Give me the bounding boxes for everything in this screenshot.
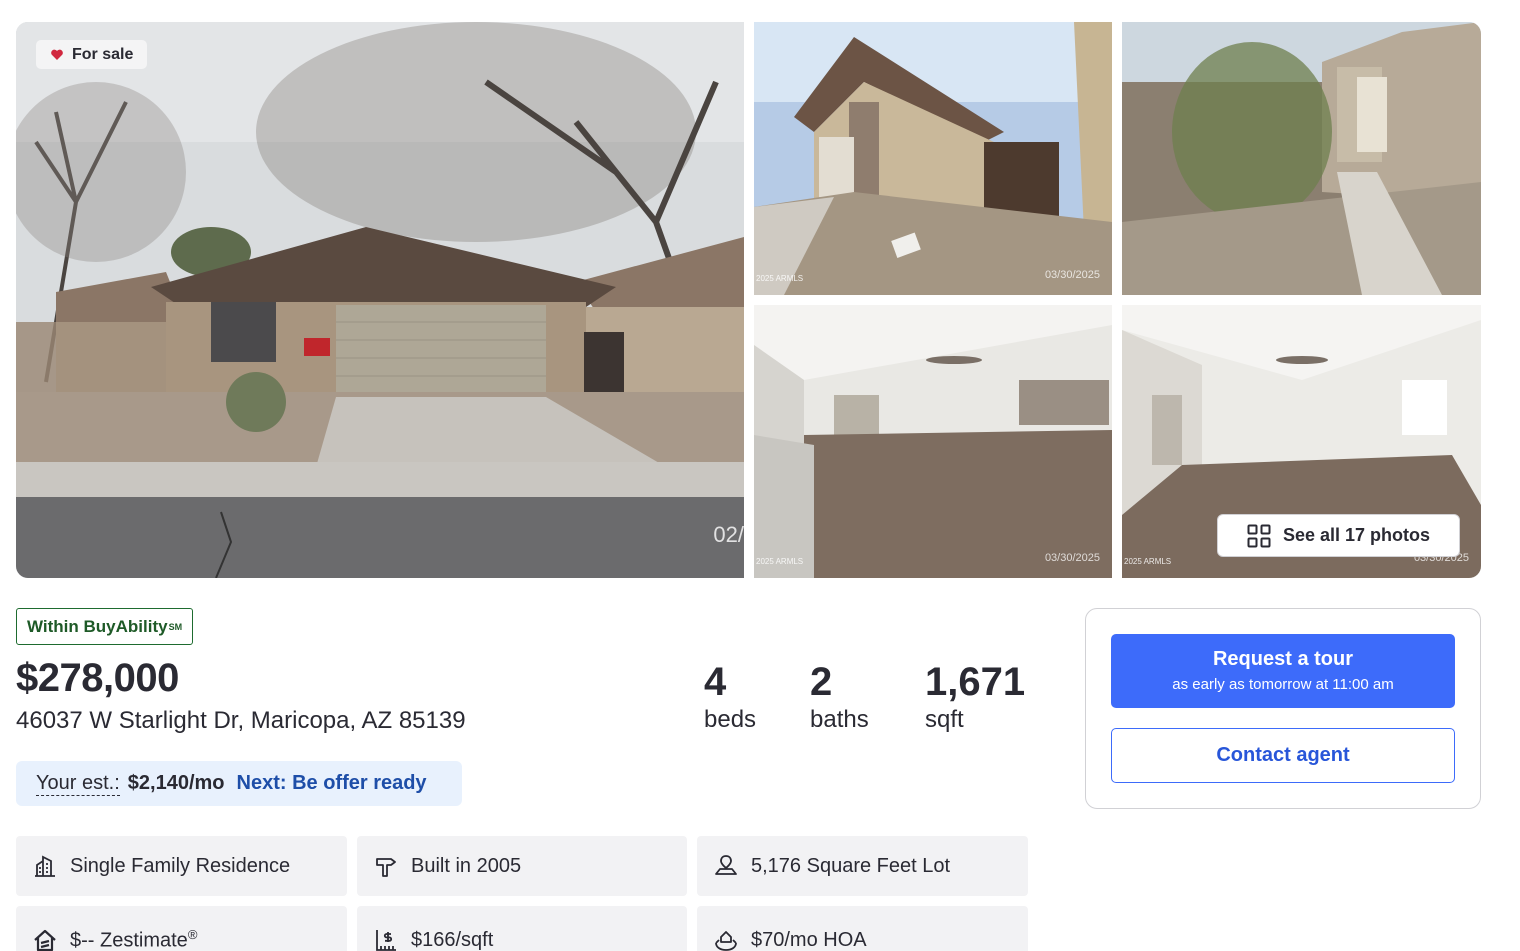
fact-price-per-sqft: $166/sqft [357,906,687,951]
beds-value: 4 [704,660,727,704]
watermark: 2025 ARMLS [756,557,804,566]
building-icon [35,855,55,877]
listing-address: 46037 W Starlight Dr, Maricopa, AZ 85139 [16,707,466,734]
request-tour-title: Request a tour [1212,648,1354,670]
price-per-sqft-icon [376,930,396,951]
fact-home-type: Single Family Residence [16,836,347,896]
hoa-icon [715,931,737,951]
fact-label: $-- Zestimate® [70,927,197,951]
living-room-image [754,305,1112,578]
fact-zestimate: $-- Zestimate® [16,906,347,951]
fact-label: 5,176 Square Feet Lot [751,854,951,877]
photo-date-stamp: 02/ [713,522,744,547]
beds-stat: 4 beds [704,660,756,734]
request-tour-button[interactable]: Request a tour as early as tomorrow at 1… [1111,634,1455,708]
see-all-photos-label: See all 17 photos [1282,525,1431,545]
photo-gallery: 02/ 2025 ARMLS 03/30/2025 2025 ARMLS 03/… [16,22,1481,578]
baths-label: baths [810,706,869,733]
beds-label: beds [704,706,757,733]
sqft-stat: 1,671 sqft [925,660,1025,734]
grid-icon [1247,524,1271,547]
estimate-label[interactable]: Your est.: [36,772,120,796]
estimate-value: $2,140/mo [127,772,225,794]
house-front-image [16,22,744,578]
photo-side-yard[interactable]: 2025 ARMLS 03/30/2025 [754,22,1112,295]
fact-label: $70/mo HOA [751,928,867,951]
heart-icon [51,49,63,60]
photo-date-stamp: 03/30/2025 [1044,552,1100,564]
photo-living-room[interactable]: 2025 ARMLS 03/30/2025 [754,305,1112,578]
zestimate-icon [34,929,56,951]
watermark: 2025 ARMLS [1124,557,1172,566]
see-all-photos-button[interactable]: See all 17 photos [1217,514,1460,557]
fact-year-built: Built in 2005 [357,836,687,896]
side-yard-image [754,22,1112,295]
watermark: 2025 ARMLS [756,274,804,283]
baths-stat: 2 baths [810,660,869,734]
sqft-label: sqft [925,706,964,733]
be-offer-ready-link[interactable]: Next: Be offer ready [237,772,427,795]
lot-icon [715,855,737,875]
contact-card: Request a tour as early as tomorrow at 1… [1085,608,1481,809]
fact-hoa: $70/mo HOA [697,906,1028,951]
fact-label: Single Family Residence [70,854,291,877]
for-sale-label: For sale [72,45,134,63]
photo-walkway[interactable] [1122,22,1481,295]
photo-date-stamp: 03/30/2025 [1044,269,1100,281]
contact-agent-button[interactable]: Contact agent [1111,728,1455,783]
hammer-icon [376,858,396,877]
sqft-value: 1,671 [925,660,1026,704]
for-sale-badge: For sale [36,40,148,69]
fact-lot-size: 5,176 Square Feet Lot [697,836,1028,896]
buyability-badge[interactable]: Within BuyAbility SM [16,608,194,645]
zestimate-text: $-- Zestimate [70,929,188,951]
buyability-label: Within BuyAbility [27,616,168,636]
listing-price: $278,000 [16,656,179,700]
fact-label: Built in 2005 [411,854,522,877]
main-photo[interactable]: 02/ [16,22,744,578]
service-mark: SM [168,621,183,632]
fact-label: $166/sqft [411,928,494,951]
registered-mark: ® [187,927,198,943]
baths-value: 2 [810,660,833,704]
estimate-bar: Your est.: $2,140/mo Next: Be offer read… [16,761,462,806]
request-tour-subtitle: as early as tomorrow at 11:00 am [1172,676,1394,693]
walkway-image [1122,22,1481,295]
